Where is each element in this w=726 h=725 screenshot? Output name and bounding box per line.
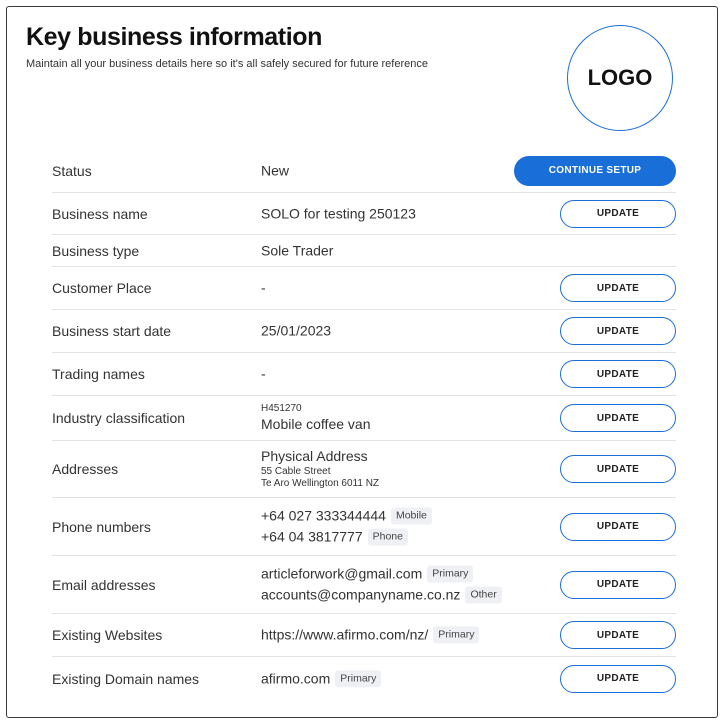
row-domains: Existing Domain names afirmo.com Primary… (52, 657, 676, 700)
update-phones-button[interactable]: UPDATE (560, 512, 676, 541)
email-tag: Other (465, 586, 502, 604)
row-addresses: Addresses Physical Address 55 Cable Stre… (52, 441, 676, 498)
phones-value: +64 027 333344444 Mobile +64 04 3817777 … (261, 507, 432, 546)
business-info-card: Key business information Maintain all yo… (6, 6, 718, 718)
status-label: Status (52, 162, 92, 179)
update-trading-names-button[interactable]: UPDATE (560, 360, 676, 388)
address-line-2: Te Aro Wellington 6011 NZ (261, 477, 380, 489)
industry-value: H451270 Mobile coffee van (261, 403, 370, 433)
industry-label: Industry classification (52, 410, 186, 426)
update-industry-button[interactable]: UPDATE (560, 404, 676, 432)
update-addresses-button[interactable]: UPDATE (560, 455, 676, 483)
websites-label: Existing Websites (52, 627, 163, 643)
row-business-name: Business name SOLO for testing 250123 UP… (52, 193, 676, 235)
start-date-value: 25/01/2023 (261, 322, 332, 339)
start-date-label: Business start date (52, 323, 172, 339)
phone-tag: Mobile (390, 507, 432, 525)
row-websites: Existing Websites https://www.afirmo.com… (52, 614, 676, 657)
business-name-label: Business name (52, 205, 148, 222)
page-title: Key business information (26, 23, 323, 51)
phone-item: +64 04 3817777 Phone (261, 529, 432, 547)
address-value: Physical Address 55 Cable Street Te Aro … (261, 448, 379, 491)
customer-place-value: - (261, 279, 266, 296)
address-type: Physical Address (261, 447, 368, 464)
info-list: Status New CONTINUE SETUP Business name … (52, 149, 676, 700)
update-customer-place-button[interactable]: UPDATE (560, 274, 676, 302)
domain-name: afirmo.com (261, 669, 331, 686)
domains-label: Existing Domain names (52, 670, 200, 687)
email-address: articleforwork@gmail.com (261, 565, 423, 581)
addresses-label: Addresses (52, 461, 119, 477)
website-item: https://www.afirmo.com/nz/ Primary (261, 626, 480, 644)
update-websites-button[interactable]: UPDATE (560, 621, 676, 649)
row-emails: Email addresses articleforwork@gmail.com… (52, 556, 676, 614)
row-business-type: Business type Sole Trader (52, 235, 676, 267)
update-domains-button[interactable]: UPDATE (560, 664, 676, 693)
row-industry: Industry classification H451270 Mobile c… (52, 396, 676, 441)
logo-text: LOGO (587, 65, 653, 90)
row-status: Status New CONTINUE SETUP (52, 149, 676, 193)
domain-tag: Primary (335, 669, 382, 688)
emails-label: Email addresses (52, 576, 156, 593)
phone-tag: Phone (367, 528, 408, 546)
address-line-1: 55 Cable Street (261, 465, 331, 477)
email-tag: Primary (427, 565, 474, 583)
update-emails-button[interactable]: UPDATE (560, 570, 676, 599)
status-value: New (261, 161, 290, 178)
website-tag: Primary (433, 626, 480, 644)
customer-place-label: Customer Place (52, 280, 152, 296)
phone-number: +64 04 3817777 (261, 528, 363, 545)
phone-item: +64 027 333344444 Mobile (261, 507, 432, 525)
phones-label: Phone numbers (52, 518, 151, 535)
email-item: accounts@companyname.co.nz Other (261, 587, 502, 605)
row-start-date: Business start date 25/01/2023 UPDATE (52, 310, 676, 353)
page-subtitle: Maintain all your business details here … (26, 58, 428, 70)
phone-number: +64 027 333344444 (261, 507, 386, 523)
row-customer-place: Customer Place - UPDATE (52, 267, 676, 310)
continue-setup-button[interactable]: CONTINUE SETUP (514, 155, 676, 186)
update-business-name-button[interactable]: UPDATE (560, 199, 676, 228)
industry-code: H451270 (261, 403, 302, 414)
row-trading-names: Trading names - UPDATE (52, 353, 676, 396)
business-type-value: Sole Trader (261, 241, 334, 258)
business-type-label: Business type (52, 242, 140, 259)
trading-names-label: Trading names (52, 366, 145, 382)
business-name-value: SOLO for testing 250123 (261, 204, 416, 221)
row-phones: Phone numbers +64 027 333344444 Mobile +… (52, 498, 676, 556)
website-url: https://www.afirmo.com/nz/ (261, 626, 429, 643)
email-address: accounts@companyname.co.nz (261, 586, 461, 603)
update-start-date-button[interactable]: UPDATE (560, 317, 676, 345)
domain-item: afirmo.com Primary (261, 669, 382, 688)
industry-description: Mobile coffee van (261, 415, 371, 432)
email-item: articleforwork@gmail.com Primary (261, 565, 502, 583)
emails-value: articleforwork@gmail.com Primary account… (261, 565, 502, 604)
trading-names-value: - (261, 365, 266, 382)
logo-placeholder[interactable]: LOGO (567, 25, 673, 131)
